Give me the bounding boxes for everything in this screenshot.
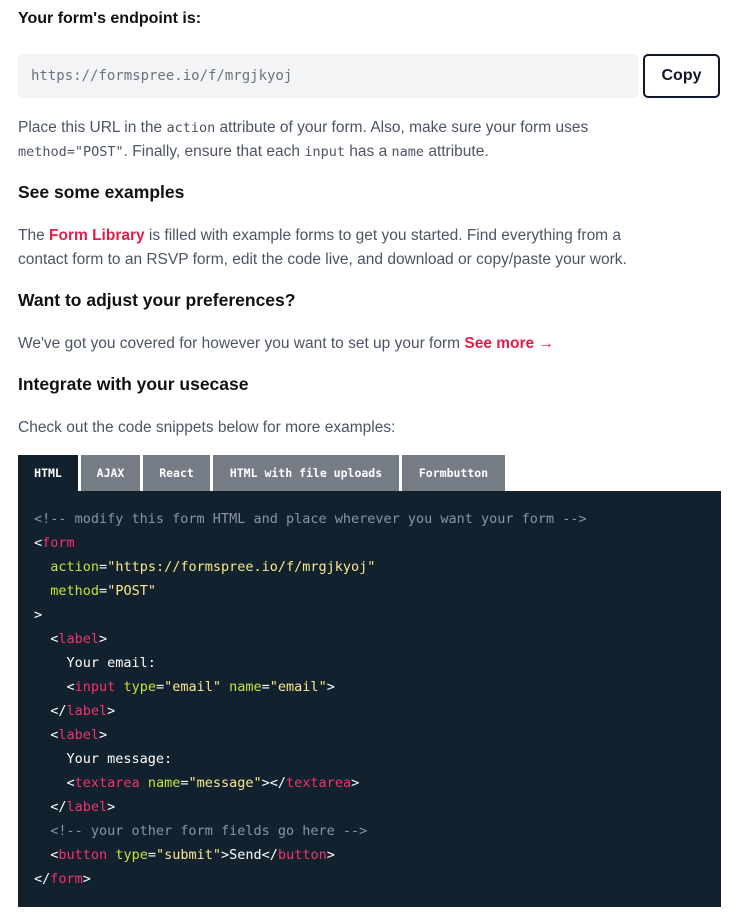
integrate-paragraph: Check out the code snippets below for mo… <box>18 419 396 436</box>
instructions-text: attribute of your form. Also, make sure … <box>215 119 589 136</box>
instructions-text: . Finally, ensure that each <box>123 143 305 160</box>
code-line: </label> <box>50 703 116 719</box>
code-attr: name <box>229 679 262 695</box>
code-string: "email" <box>164 679 221 695</box>
code-line: method="POST" <box>50 583 156 599</box>
code-line: </form> <box>34 871 91 887</box>
code-line: Your message: <box>18 747 721 771</box>
code-tag: input <box>74 679 116 695</box>
preferences-paragraph: We've got you covered for however you wa… <box>18 332 728 356</box>
examples-text: is filled with example forms to get you … <box>144 227 622 244</box>
code-tag: label <box>58 727 100 743</box>
code-attr: action <box>50 559 100 575</box>
instructions-text: Place this URL in the <box>18 119 167 136</box>
examples-paragraph: The Form Library is filled with example … <box>18 224 728 272</box>
code-comment: <!-- your other form fields go here --> <box>50 823 368 839</box>
code-string: "submit" <box>155 847 222 863</box>
code-comment: <!-- modify this form HTML and place whe… <box>34 511 587 527</box>
tab-html[interactable]: HTML <box>18 455 78 491</box>
input-code: input <box>304 144 345 160</box>
code-attr: method <box>50 583 100 599</box>
code-block: <!-- modify this form HTML and place whe… <box>18 491 721 907</box>
instructions-text: attribute. <box>424 143 489 160</box>
code-tag: form <box>50 871 83 887</box>
code-line: <!-- your other form fields go here --> <box>18 819 721 843</box>
tab-formbutton[interactable]: Formbutton <box>402 455 505 491</box>
integrate-heading: Integrate with your usecase <box>18 374 249 394</box>
form-library-link[interactable]: Form Library <box>49 227 145 244</box>
tab-ajax[interactable]: AJAX <box>81 455 140 491</box>
code-string: "message" <box>188 775 262 791</box>
code-line: <textarea name="message"></textarea> <box>66 775 360 791</box>
tab-react[interactable]: React <box>143 455 210 491</box>
code-attr: name <box>147 775 181 791</box>
code-line: <label> <box>50 727 108 743</box>
code-line: </label> <box>50 799 116 815</box>
code-tag: label <box>66 703 108 719</box>
method-code: method="POST" <box>18 144 124 160</box>
code-string: "email" <box>269 679 327 695</box>
see-more-link[interactable]: See more → <box>464 335 554 352</box>
code-attr: type <box>123 679 156 695</box>
code-string: "POST" <box>107 583 156 599</box>
examples-heading: See some examples <box>18 182 185 202</box>
preferences-text: We've got you covered for however you wa… <box>18 335 465 352</box>
code-line: <label> <box>50 631 108 647</box>
code-attr: type <box>115 847 148 863</box>
code-tag: textarea <box>286 775 352 791</box>
code-string: "https://formspree.io/f/mrgjkyoj" <box>107 559 376 575</box>
examples-text: The <box>18 227 50 244</box>
endpoint-heading: Your form's endpoint is: <box>18 10 202 27</box>
action-code: action <box>166 120 216 136</box>
code-text: Your message: <box>66 751 173 767</box>
code-tag: label <box>66 799 108 815</box>
code-line: <!-- modify this form HTML and place whe… <box>18 507 721 531</box>
code-line: <button type="submit">Send</button> <box>50 847 335 863</box>
code-line: action="https://formspree.io/f/mrgjkyoj" <box>50 559 376 575</box>
endpoint-url-field[interactable]: https://formspree.io/f/mrgjkyoj <box>18 54 638 98</box>
copy-button[interactable]: Copy <box>643 54 720 98</box>
code-text: Send <box>229 847 262 863</box>
tab-html-file-uploads[interactable]: HTML with file uploads <box>213 455 399 491</box>
code-tag: form <box>42 535 75 551</box>
code-tag: button <box>58 847 108 863</box>
code-tag: button <box>277 847 327 863</box>
code-tag: textarea <box>74 775 140 791</box>
code-tag: label <box>58 631 100 647</box>
code-line: <input type="email" name="email"> <box>66 679 335 695</box>
endpoint-url-text: https://formspree.io/f/mrgjkyoj <box>31 68 293 84</box>
code-tabs: HTML AJAX React HTML with file uploads F… <box>18 455 505 491</box>
code-line: <form <box>34 535 75 551</box>
instructions-text: has a <box>344 143 392 160</box>
code-line: Your email: <box>18 651 721 675</box>
code-line: > <box>34 607 43 623</box>
examples-text: contact form to an RSVP form, edit the c… <box>18 251 627 268</box>
preferences-heading: Want to adjust your preferences? <box>18 290 296 310</box>
instructions-paragraph: Place this URL in the action attribute o… <box>18 116 728 164</box>
name-code: name <box>391 144 425 160</box>
code-text: Your email: <box>66 655 156 671</box>
